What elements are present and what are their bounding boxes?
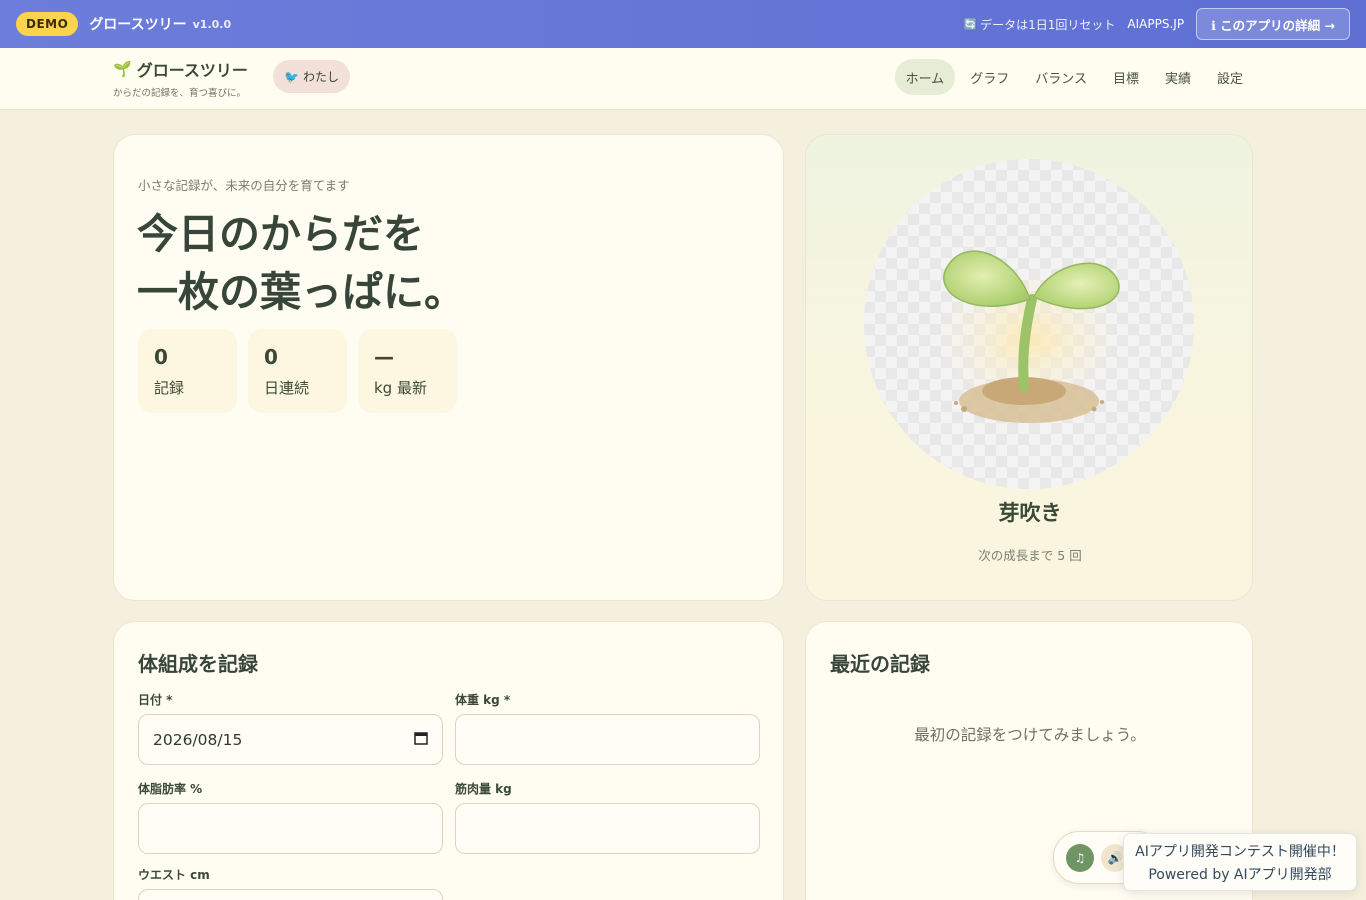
weight-field: 体重 kg * [455,691,760,765]
date-label: 日付 * [138,693,173,707]
nav-links: ホーム グラフ バランス 目標 実績 設定 [891,59,1254,95]
record-form-card: 体組成を記録 日付 * 2026/08/15 体重 kg * 体脂肪率 % 筋肉… [113,621,784,900]
stat-latest-weight: — kg 最新 [358,329,457,413]
nav-graph[interactable]: グラフ [959,59,1020,95]
hero-title-line2: 一枚の葉っぱに。 [137,268,465,316]
stat-value: — [374,345,394,369]
sprout-illustration [939,250,1120,423]
aiapps-link[interactable]: AIAPPS.JP [1127,17,1184,31]
demo-bar-right: 🔄 データは1日1回リセット AIAPPS.JP ℹ このアプリの詳細 → [963,8,1350,40]
hero-kicker: 小さな記録が、未来の自分を育てます [138,178,350,193]
brand-name: グロースツリー [136,61,248,80]
form-title: 体組成を記録 [138,652,258,676]
stat-label: 日連続 [264,379,310,397]
user-label: わたし [302,70,339,84]
contest-line2: Powered by AIアプリ開発部 [1148,867,1332,883]
sprout-icon: 🌱 [113,60,132,78]
reset-note-text: データは1日1回リセット [980,17,1116,32]
stat-records: 0 記録 [138,329,237,413]
calendar-icon[interactable] [414,731,428,749]
muscle-label: 筋肉量 kg [455,782,512,796]
stat-label: kg 最新 [374,379,427,397]
refresh-icon: 🔄 [963,17,978,31]
brand-tagline: からだの記録を、育つ喜びに。 [113,88,247,99]
growth-stage: 芽吹き [998,501,1062,525]
weight-label: 体重 kg * [455,693,511,707]
demo-badge: DEMO [16,12,79,36]
stats-row: 0 記録 0 日連続 — kg 最新 [138,329,468,413]
bird-icon: 🐦 [284,69,299,84]
brand-title: 🌱 グロースツリー [113,57,248,81]
empty-state: 最初の記録をつけてみましょう。 [914,726,1146,744]
brand[interactable]: 🌱 グロースツリー からだの記録を、育つ喜びに。 [113,57,248,99]
contest-line1: AIアプリ開発コンテスト開催中！ [1135,844,1345,860]
app-version: v1.0.0 [192,17,232,31]
date-value: 2026/08/15 [153,730,243,749]
date-input[interactable]: 2026/08/15 [138,714,443,765]
body-fat-field: 体脂肪率 % [138,780,443,854]
nav-balance[interactable]: バランス [1024,59,1098,95]
music-icon[interactable]: ♫ [1066,844,1094,872]
nav-goals[interactable]: 目標 [1102,59,1150,95]
muscle-input[interactable] [455,803,760,854]
waist-field: ウエスト cm [138,866,443,900]
waist-input[interactable] [138,889,443,900]
app-detail-button[interactable]: ℹ このアプリの詳細 → [1196,8,1350,40]
nav-home[interactable]: ホーム [894,59,956,95]
demo-bar: DEMO グロースツリー v1.0.0 🔄 データは1日1回リセット AIAPP… [0,0,1366,48]
date-field: 日付 * 2026/08/15 [138,691,443,765]
waist-label: ウエスト cm [138,868,210,882]
plant-illustration [864,159,1194,489]
muscle-field: 筋肉量 kg [455,780,760,854]
user-switch-button[interactable]: 🐦 わたし [273,60,350,93]
nav-settings[interactable]: 設定 [1206,59,1254,95]
hero-card: 小さな記録が、未来の自分を育てます 今日のからだを 一枚の葉っぱに。 0 記録 … [113,134,784,601]
contest-banner[interactable]: AIアプリ開発コンテスト開催中！ Powered by AIアプリ開発部 [1123,833,1357,891]
stat-label: 記録 [154,379,185,397]
stat-streak: 0 日連続 [248,329,347,413]
hero-title: 今日のからだを 一枚の葉っぱに。 [137,205,737,321]
app-nav: 🌱 グロースツリー からだの記録を、育つ喜びに。 🐦 わたし ホーム グラフ バ… [0,48,1366,110]
next-growth-note: 次の成長まで 5 回 [978,548,1082,563]
stat-value: 0 [154,345,168,369]
body-fat-input[interactable] [138,803,443,854]
plant-card: 芽吹き 次の成長まで 5 回 [805,134,1253,601]
body-fat-label: 体脂肪率 % [138,782,203,796]
stat-value: 0 [264,345,278,369]
reset-note: 🔄 データは1日1回リセット [963,16,1115,33]
hero-title-line1: 今日のからだを [137,210,424,258]
weight-input[interactable] [455,714,760,765]
recent-title: 最近の記録 [830,652,930,676]
nav-achievements[interactable]: 実績 [1154,59,1202,95]
app-title: グロースツリー [89,17,187,33]
